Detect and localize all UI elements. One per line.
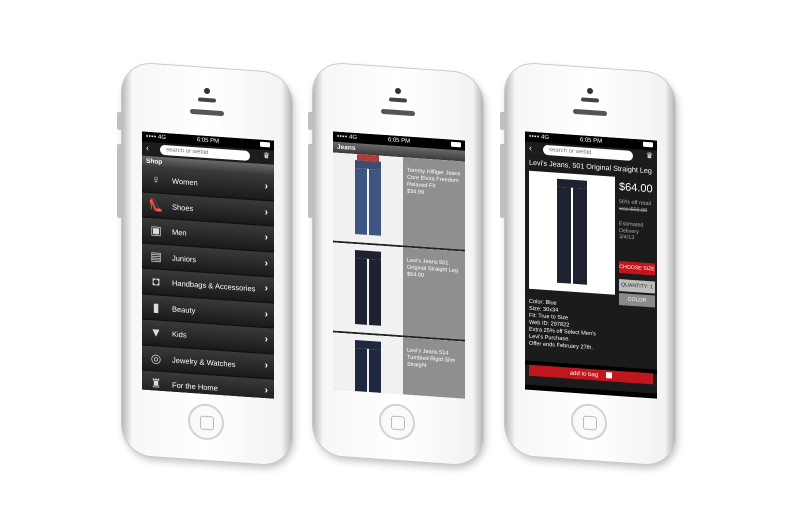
product-item[interactable]: Levi's Jeans 514 Tumbled Rigid Slim Stra… (333, 332, 465, 399)
speaker-grille (389, 97, 407, 103)
quantity-button[interactable]: QUANTITY: 1 (619, 279, 655, 294)
product-image (333, 152, 403, 246)
chevron-right-icon: › (264, 283, 268, 295)
dress-icon: ♀ (151, 172, 161, 187)
front-camera (204, 87, 210, 95)
crown-icon[interactable]: ♛ (646, 151, 653, 161)
menu-item-label: Shoes (172, 202, 194, 213)
menu-item-label: Kids (172, 329, 187, 340)
product-image[interactable] (529, 170, 615, 295)
product-price: $64.00 (619, 181, 653, 196)
chevron-right-icon: › (264, 232, 268, 244)
crown-icon[interactable]: ♛ (263, 151, 270, 161)
menu-item-label: Juniors (172, 253, 197, 264)
menu-item-label: Men (172, 227, 187, 238)
color-button[interactable]: COLOR (619, 293, 655, 308)
battery-icon (643, 141, 653, 148)
earpiece (573, 108, 607, 117)
category-menu: ♀ Women › 👠 Shoes › ▣ Men › ▤ Juniors › ◘ Handbag… (142, 166, 274, 399)
add-to-bag-label: add to bag (569, 370, 599, 379)
product-info: Tommy Hilfiger Jeans Core Elvira Freedom… (403, 157, 465, 250)
menu-item-label: Handbags & Accessories (172, 278, 256, 294)
chevron-right-icon: › (264, 257, 268, 269)
shoe-icon: 👠 (148, 197, 164, 213)
product-item[interactable]: Levi's Jeans 501 Original Straight Leg $… (333, 242, 465, 342)
speaker-grille (581, 97, 599, 103)
jacket-icon: ▤ (150, 248, 162, 264)
home-button[interactable] (571, 402, 607, 442)
ring-icon: ◎ (150, 350, 162, 366)
jeans-photo (355, 154, 381, 238)
menu-item-label: Jewelry & Watches (172, 355, 236, 369)
chevron-right-icon: › (264, 181, 268, 193)
product-details: COLOR Color: Blue Size: 30x34 Fit: True … (525, 293, 657, 370)
product-image (333, 332, 403, 399)
bag-icon (606, 372, 613, 379)
front-camera (587, 87, 593, 95)
back-chevron-icon[interactable]: ‹ (146, 143, 149, 153)
product-summary: $64.00 56% off retail was $58.00 Estimat… (525, 168, 657, 304)
front-camera (395, 87, 401, 95)
chevron-right-icon: › (264, 334, 268, 346)
chevron-right-icon: › (264, 206, 268, 218)
menu-item-label: Beauty (172, 304, 196, 315)
lipstick-icon: ▮ (152, 299, 160, 315)
tshirt-icon: ▼ (150, 325, 162, 340)
product-name: Levi's Jeans 514 Tumbled Rigid Slim Stra… (407, 347, 456, 369)
menu-item-label: Women (172, 176, 198, 188)
product-info: Levi's Jeans 514 Tumbled Rigid Slim Stra… (403, 337, 465, 399)
product-item[interactable]: Tommy Hilfiger Jeans Core Elvira Freedom… (333, 152, 465, 252)
chevron-right-icon: › (264, 385, 268, 397)
shirt-icon: ▣ (150, 223, 162, 238)
product-list: Tommy Hilfiger Jeans Core Elvira Freedom… (333, 152, 465, 399)
product-info: Levi's Jeans 501 Original Straight Leg $… (403, 247, 465, 340)
speaker-grille (198, 97, 216, 103)
screen-product: ▪▪▪▪ 4G 6:05 PM ‹ ♛ Levi's Jeans, 501 Or… (525, 131, 657, 399)
screen-shop: ▪▪▪▪ 4G 6:05 PM ‹ ♛ Shop ♀Women› 👠Shoes›… (142, 131, 274, 399)
chevron-right-icon: › (264, 308, 268, 320)
screen-jeans: ▪▪▪▪ 4G 6:05 PM Jeans Tommy Hilfiger Jea… (333, 131, 465, 399)
estimated-delivery: Estimated Delivery 3/4/13 (619, 221, 657, 243)
earpiece (190, 108, 224, 117)
discount-info: 56% off retail was $58.00 (619, 199, 657, 215)
phone-jeans-list: ▪▪▪▪ 4G 6:05 PM Jeans Tommy Hilfiger Jea… (313, 62, 483, 466)
jeans-photo (355, 249, 381, 328)
jeans-photo (355, 339, 381, 399)
back-chevron-icon[interactable]: ‹ (529, 143, 532, 153)
earpiece (381, 108, 415, 117)
was-price: was $58.00 (619, 205, 648, 214)
chevron-right-icon: › (264, 359, 268, 371)
menu-item-label: For the Home (172, 380, 218, 393)
product-image (333, 242, 403, 336)
choose-size-button[interactable]: CHOOSE SIZE (619, 261, 655, 276)
battery-icon (260, 141, 270, 148)
phone-product-detail: ▪▪▪▪ 4G 6:05 PM ‹ ♛ Levi's Jeans, 501 Or… (505, 62, 675, 466)
handbag-icon: ◘ (152, 274, 160, 289)
footer-area: add to bag (525, 364, 657, 394)
home-button[interactable] (188, 402, 224, 442)
coffee-press-icon: ♜ (150, 376, 162, 391)
jeans-photo (557, 178, 587, 287)
battery-icon (451, 141, 461, 148)
home-button[interactable] (379, 402, 415, 442)
phone-shop-menu: ▪▪▪▪ 4G 6:05 PM ‹ ♛ Shop ♀Women› 👠Shoes›… (122, 62, 292, 466)
